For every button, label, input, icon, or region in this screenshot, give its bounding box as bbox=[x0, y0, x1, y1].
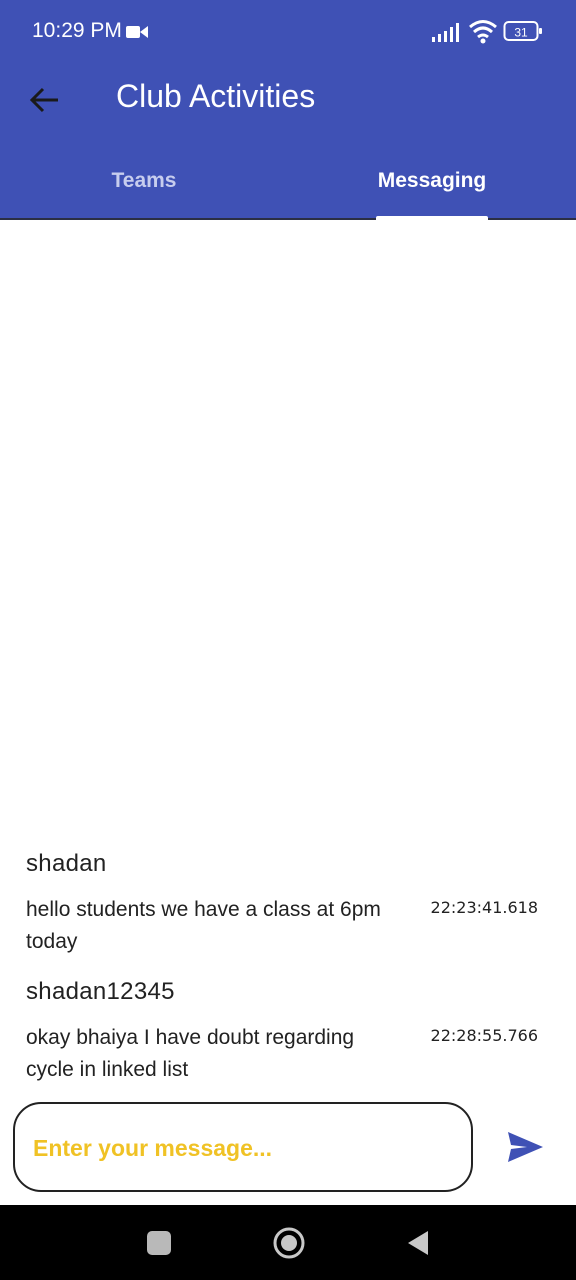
status-time: 10:29 PM bbox=[32, 19, 122, 42]
message-sender: shadan bbox=[26, 850, 107, 877]
tab-messaging[interactable]: Messaging bbox=[288, 140, 576, 220]
battery-icon: 31 bbox=[503, 21, 542, 41]
send-icon[interactable] bbox=[505, 1127, 545, 1167]
video-camera-icon bbox=[126, 26, 148, 38]
tab-divider bbox=[0, 218, 576, 220]
message-text: hello students we have a class at 6pm to… bbox=[26, 898, 381, 953]
tab-bar: Teams Messaging bbox=[0, 140, 576, 220]
tab-teams[interactable]: Teams bbox=[0, 140, 288, 220]
message-input[interactable] bbox=[33, 1128, 453, 1168]
message-timestamp: 22:28:55.766 bbox=[430, 1026, 538, 1045]
battery-level: 31 bbox=[514, 26, 528, 40]
home-button[interactable] bbox=[272, 1226, 306, 1260]
app-bar: 10:29 PM 31 Club Activities Teams Messag… bbox=[0, 0, 576, 220]
message-input-box bbox=[13, 1102, 473, 1192]
toolbar: Club Activities bbox=[0, 62, 576, 138]
message-timestamp: 22:23:41.618 bbox=[430, 898, 538, 917]
message-sender: shadan12345 bbox=[26, 978, 175, 1005]
page-title: Club Activities bbox=[116, 78, 316, 114]
nav-back-button[interactable] bbox=[406, 1229, 430, 1257]
message-item: shadan hello students we have a class at… bbox=[26, 850, 550, 953]
recents-button[interactable] bbox=[147, 1231, 171, 1255]
message-text: okay bhaiya I have doubt regarding cycle… bbox=[26, 1026, 355, 1081]
system-nav-bar bbox=[0, 1205, 576, 1280]
back-arrow-icon[interactable] bbox=[24, 80, 64, 120]
signal-icon bbox=[432, 23, 459, 42]
wifi-icon bbox=[469, 20, 497, 44]
status-bar: 10:29 PM 31 bbox=[0, 0, 576, 62]
tab-selected-indicator bbox=[376, 216, 488, 222]
message-item: shadan12345 okay bhaiya I have doubt reg… bbox=[26, 978, 550, 1081]
